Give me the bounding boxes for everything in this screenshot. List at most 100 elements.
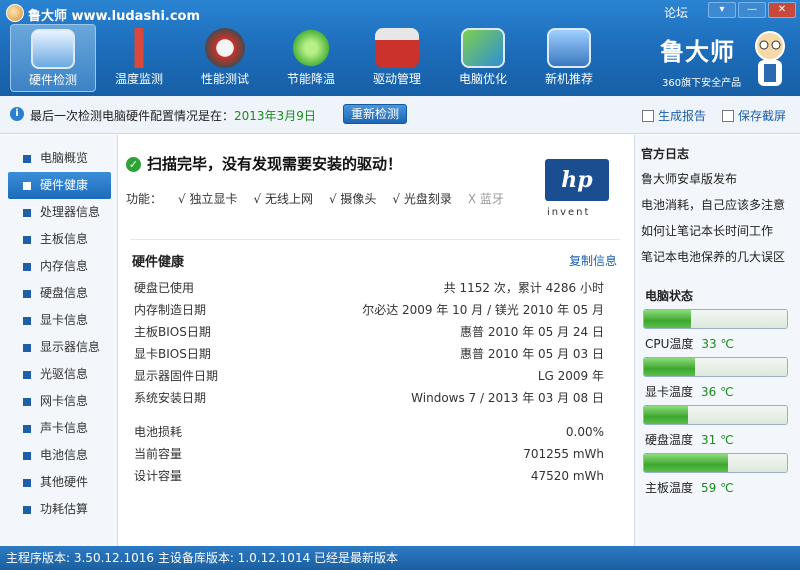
sidebar-item-label: 电池信息 [40, 448, 89, 462]
sidebar-item-sound[interactable]: 声卡信息 [0, 415, 117, 442]
gpu-temp-fill [644, 358, 696, 376]
pc-status-title: 电脑状态 [645, 289, 694, 303]
sidebar-item-battery[interactable]: 电池信息 [0, 442, 117, 469]
sidebar-item-other-hardware[interactable]: 其他硬件 [0, 469, 117, 496]
temp-name: CPU温度 [645, 337, 694, 351]
cpu-temp-label: CPU温度 33 ℃ [645, 335, 734, 352]
disk-temp-label: 硬盘温度 31 ℃ [645, 431, 734, 448]
sidebar-item-monitor[interactable]: 显示器信息 [0, 334, 117, 361]
bullet-icon [23, 236, 31, 244]
bullet-icon [23, 317, 31, 325]
row-value: 701255 mWh [523, 447, 604, 461]
sidebar-item-network[interactable]: 网卡信息 [0, 388, 117, 415]
minimize-button[interactable]: — [738, 2, 766, 18]
close-button[interactable]: ✕ [768, 2, 796, 18]
sidebar-item-label: 显卡信息 [40, 313, 89, 327]
hp-logo: hp [545, 159, 609, 201]
row-value: 惠普 2010 年 05 月 24 日 [460, 325, 604, 339]
sidebar-item-hardware-health[interactable]: 硬件健康 [8, 172, 111, 199]
sidebar-item-disk[interactable]: 硬盘信息 [0, 280, 117, 307]
main-nav: 硬件检测 温度监测 性能测试 节能降温 驱动管理 电脑优化 新机推荐 [10, 24, 612, 92]
sidebar-item-motherboard[interactable]: 主板信息 [0, 226, 117, 253]
sidebar-item-label: 主板信息 [40, 232, 89, 246]
bullet-icon [23, 371, 31, 379]
window-controls: ▾ — ✕ [708, 2, 796, 18]
row-value: 共 1152 次，累计 4286 小时 [443, 281, 604, 295]
generate-report-link[interactable]: 生成报告 [642, 107, 706, 124]
checkmark-icon: ✓ [126, 157, 141, 172]
nav-optimization[interactable]: 电脑优化 [440, 24, 526, 92]
nav-new-pc-recommend[interactable]: 新机推荐 [526, 24, 612, 92]
bullet-icon [23, 209, 31, 217]
save-screenshot-label: 保存截屏 [738, 109, 787, 123]
table-row: 显示器固件日期 LG 2009 年 [134, 365, 604, 387]
row-key: 主板BIOS日期 [134, 325, 211, 339]
right-panel: 官方日志 鲁大师安卓版发布 电池消耗，自己应该多注意 如何让笔记本长时间工作 笔… [634, 135, 800, 546]
recheck-button[interactable]: 重新检测 [343, 104, 407, 124]
nav-performance[interactable]: 性能测试 [182, 24, 268, 92]
sidebar-item-overview[interactable]: 电脑概览 [0, 145, 117, 172]
log-link[interactable]: 电池消耗，自己应该多注意 [641, 196, 785, 213]
row-key: 当前容量 [134, 447, 183, 461]
table-row: 系统安装日期 Windows 7 / 2013 年 03 月 08 日 [134, 387, 604, 409]
brand-logo: 鲁大师 360旗下安全产品 [656, 28, 796, 92]
mascot-icon [755, 31, 785, 86]
temp-name: 显卡温度 [645, 385, 694, 399]
sidebar-item-label: 其他硬件 [40, 475, 89, 489]
log-link[interactable]: 如何让笔记本长时间工作 [641, 222, 773, 239]
feature-label: 功能： [126, 192, 163, 206]
sidebar-item-optical-drive[interactable]: 光驱信息 [0, 361, 117, 388]
info-bar: i 最后一次检测电脑硬件配置情况是在：2013年3月9日 重新检测 生成报告 保… [0, 96, 800, 134]
info-icon: i [10, 107, 24, 121]
log-link[interactable]: 笔记本电池保养的几大误区 [641, 248, 785, 265]
sidebar-item-memory[interactable]: 内存信息 [0, 253, 117, 280]
nav-temperature[interactable]: 温度监测 [96, 24, 182, 92]
temp-value: 59 ℃ [701, 481, 734, 495]
copy-info-link[interactable]: 复制信息 [569, 252, 617, 269]
sidebar-item-power-estimate[interactable]: 功耗估算 [0, 496, 117, 523]
table-row: 显卡BIOS日期 惠普 2010 年 05 月 03 日 [134, 343, 604, 365]
sidebar-item-label: 网卡信息 [40, 394, 89, 408]
clover-leaf-icon [289, 28, 333, 68]
temp-name: 硬盘温度 [645, 433, 694, 447]
gpu-temp-bar [643, 357, 788, 377]
nav-energy-saving[interactable]: 节能降温 [268, 24, 354, 92]
row-value: 0.00% [565, 425, 604, 439]
feature-item: √ 摄像头 [328, 192, 377, 206]
menu-dropdown-button[interactable]: ▾ [708, 2, 736, 18]
sidebar-item-cpu[interactable]: 处理器信息 [0, 199, 117, 226]
disk-temp-bar [643, 405, 788, 425]
row-value: 尔必达 2009 年 10 月 / 镁光 2010 年 05 月 [362, 303, 604, 317]
board-temp-bar [643, 453, 788, 473]
row-key: 内存制造日期 [134, 303, 207, 317]
forum-link[interactable]: 论坛 [664, 4, 688, 21]
bullet-icon [23, 506, 31, 514]
monitor-broom-icon [461, 28, 505, 68]
brand-subtitle: 360旗下安全产品 [662, 78, 742, 89]
nav-hardware-detect[interactable]: 硬件检测 [10, 24, 96, 92]
bullet-icon [23, 425, 31, 433]
divider [130, 239, 620, 240]
nav-driver-management[interactable]: 驱动管理 [354, 24, 440, 92]
sidebar-item-label: 声卡信息 [40, 421, 89, 435]
bullet-icon [23, 479, 31, 487]
feature-item: √ 光盘刻录 [392, 192, 452, 206]
sidebar-item-label: 硬盘信息 [40, 286, 89, 300]
section-title: 硬件健康 [132, 255, 185, 270]
table-row: 硬盘已使用 共 1152 次，累计 4286 小时 [134, 277, 604, 299]
table-row: 电池损耗 0.00% [134, 421, 604, 443]
last-check-date: 2013年3月9日 [234, 109, 316, 123]
sidebar-item-label: 硬件健康 [40, 178, 89, 192]
nav-label: 新机推荐 [544, 72, 593, 86]
disk-temp-fill [644, 406, 689, 424]
row-key: 电池损耗 [134, 425, 183, 439]
bullet-icon [23, 398, 31, 406]
nav-label: 电脑优化 [458, 72, 507, 86]
board-temp-fill [644, 454, 729, 472]
sidebar-item-graphics[interactable]: 显卡信息 [0, 307, 117, 334]
log-link[interactable]: 鲁大师安卓版发布 [641, 170, 737, 187]
bullet-icon [23, 182, 31, 190]
save-screenshot-link[interactable]: 保存截屏 [722, 107, 786, 124]
feature-item: √ 无线上网 [253, 192, 313, 206]
last-check-text: 最后一次检测电脑硬件配置情况是在：2013年3月9日 [30, 107, 316, 124]
